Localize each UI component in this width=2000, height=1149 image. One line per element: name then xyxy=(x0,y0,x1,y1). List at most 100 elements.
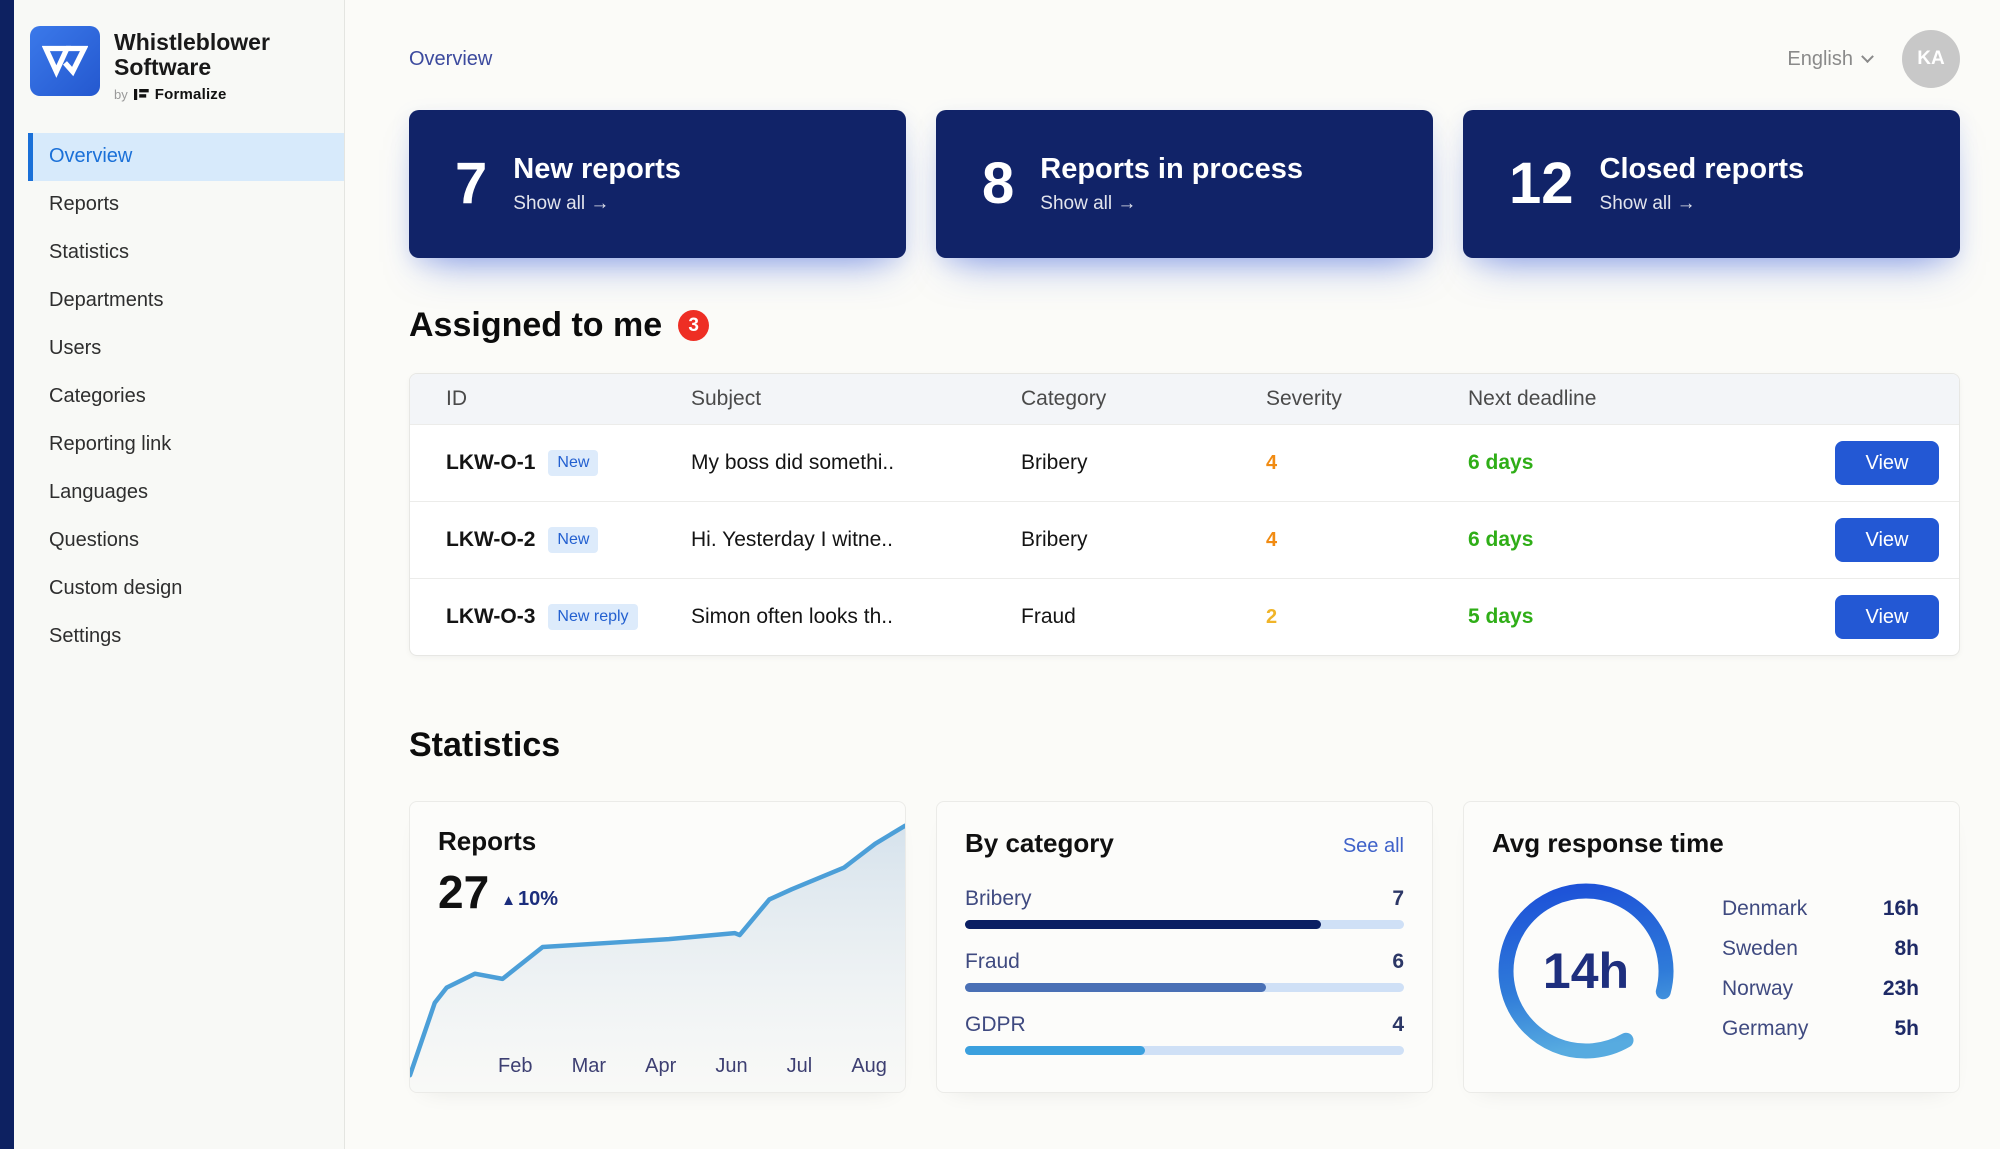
bar-track xyxy=(965,1046,1404,1055)
sidebar-item-questions[interactable]: Questions xyxy=(28,517,344,565)
view-button[interactable]: View xyxy=(1835,441,1939,485)
table-row: LKW-O-3 New reply Simon often looks th..… xyxy=(410,578,1959,655)
reports-in-process-show-all-link[interactable]: Show all → xyxy=(1040,193,1303,215)
brand-name-line1: Whistleblower xyxy=(114,30,270,55)
sidebar-item-categories[interactable]: Categories xyxy=(28,373,344,421)
bar-fill xyxy=(965,920,1321,929)
sidebar-item-languages[interactable]: Languages xyxy=(28,469,344,517)
country-row: Sweden 8h xyxy=(1722,929,1919,969)
country-row: Norway 23h xyxy=(1722,969,1919,1009)
view-button[interactable]: View xyxy=(1835,595,1939,639)
w-mark-icon xyxy=(42,44,88,78)
country-name: Sweden xyxy=(1722,937,1798,961)
reports-in-process-title: Reports in process xyxy=(1040,153,1303,186)
category-name: Bribery xyxy=(965,887,1032,911)
x-axis-labels: Feb Mar Apr Jun Jul Aug xyxy=(498,1055,887,1078)
see-all-link[interactable]: See all xyxy=(1343,835,1404,858)
sidebar-item-statistics[interactable]: Statistics xyxy=(28,229,344,277)
category-value: 6 xyxy=(1392,950,1404,974)
new-reports-card[interactable]: 7 New reports Show all → xyxy=(409,110,906,258)
status-badge: New xyxy=(548,527,598,553)
report-severity: 2 xyxy=(1230,606,1432,629)
closed-reports-card[interactable]: 12 Closed reports Show all → xyxy=(1463,110,1960,258)
whistleblower-logo-icon xyxy=(30,26,100,96)
topbar: Overview English KA xyxy=(409,30,1960,88)
report-id: LKW-O-2 xyxy=(446,528,535,552)
sidebar-item-settings[interactable]: Settings xyxy=(28,613,344,661)
left-accent-rail xyxy=(0,0,14,1149)
new-reports-show-all-link[interactable]: Show all → xyxy=(513,193,681,215)
country-list: Denmark 16h Sweden 8h Norway 23h Germany… xyxy=(1722,889,1919,1059)
country-value: 16h xyxy=(1883,897,1919,921)
arrow-right-icon: → xyxy=(1117,193,1136,214)
country-name: Germany xyxy=(1722,1017,1808,1041)
country-name: Denmark xyxy=(1722,897,1807,921)
report-id: LKW-O-3 xyxy=(446,605,535,629)
x-tick: Jul xyxy=(787,1055,813,1078)
byline-prefix: by xyxy=(114,87,128,102)
sidebar-item-users[interactable]: Users xyxy=(28,325,344,373)
view-button[interactable]: View xyxy=(1835,518,1939,562)
category-bar-row: Fraud 6 xyxy=(965,950,1404,992)
avatar[interactable]: KA xyxy=(1902,30,1960,88)
report-subject: Hi. Yesterday I witne.. xyxy=(655,528,985,552)
language-label: English xyxy=(1787,48,1853,71)
arrow-right-icon: → xyxy=(1677,193,1696,214)
report-severity: 4 xyxy=(1230,529,1432,552)
report-category: Bribery xyxy=(985,451,1230,475)
report-id: LKW-O-1 xyxy=(446,451,535,475)
category-bar-row: Bribery 7 xyxy=(965,887,1404,929)
status-badge: New reply xyxy=(548,604,637,630)
brand-text: Whistleblower Software by Formalize xyxy=(114,26,270,103)
x-tick: Mar xyxy=(572,1055,606,1078)
language-selector[interactable]: English xyxy=(1787,48,1872,71)
sidebar-item-departments[interactable]: Departments xyxy=(28,277,344,325)
col-header-subject: Subject xyxy=(655,387,985,411)
col-header-deadline: Next deadline xyxy=(1432,387,1809,411)
by-category-title: By category xyxy=(965,828,1114,859)
reports-in-process-count: 8 xyxy=(982,155,1014,213)
sidebar-item-reports[interactable]: Reports xyxy=(28,181,344,229)
reports-total: 27 xyxy=(438,869,489,915)
category-name: Fraud xyxy=(965,950,1020,974)
closed-reports-show-all-link[interactable]: Show all → xyxy=(1600,193,1805,215)
arrow-right-icon: → xyxy=(590,193,609,214)
country-value: 23h xyxy=(1883,977,1919,1001)
sidebar-item-overview[interactable]: Overview xyxy=(28,133,344,181)
breadcrumb[interactable]: Overview xyxy=(409,48,492,71)
assigned-count-badge: 3 xyxy=(678,310,709,341)
assigned-table: ID Subject Category Severity Next deadli… xyxy=(409,373,1960,656)
sidebar-nav: Overview Reports Statistics Departments … xyxy=(14,133,344,661)
new-reports-title: New reports xyxy=(513,153,681,186)
report-deadline: 6 days xyxy=(1432,528,1809,552)
brand-block: Whistleblower Software by Formalize xyxy=(14,0,344,119)
country-value: 5h xyxy=(1894,1017,1919,1041)
x-tick: Aug xyxy=(851,1055,887,1078)
reports-change: ▲10% xyxy=(501,888,558,915)
bar-fill xyxy=(965,1046,1145,1055)
summary-cards-row: 7 New reports Show all → 8 Reports in pr… xyxy=(409,110,1960,258)
trend-up-icon: ▲ xyxy=(501,892,516,909)
sidebar-item-reporting-link[interactable]: Reporting link xyxy=(28,421,344,469)
x-tick: Feb xyxy=(498,1055,532,1078)
brand-name-line2: Software xyxy=(114,55,270,80)
col-header-category: Category xyxy=(985,387,1230,411)
statistics-cards-row: Reports 27 ▲10% Feb Mar Apr Jun Jul Aug … xyxy=(409,801,1960,1093)
reports-in-process-card[interactable]: 8 Reports in process Show all → xyxy=(936,110,1433,258)
avg-response-title: Avg response time xyxy=(1492,828,1931,859)
sidebar-item-custom-design[interactable]: Custom design xyxy=(28,565,344,613)
main-content: Overview English KA 7 New reports Show a… xyxy=(345,0,2000,1149)
category-name: GDPR xyxy=(965,1013,1026,1037)
col-header-severity: Severity xyxy=(1230,387,1432,411)
report-subject: Simon often looks th.. xyxy=(655,605,985,629)
country-row: Germany 5h xyxy=(1722,1009,1919,1049)
country-name: Norway xyxy=(1722,977,1793,1001)
category-value: 7 xyxy=(1392,887,1404,911)
by-category-card: By category See all Bribery 7 Fraud 6 xyxy=(936,801,1433,1093)
reports-chart-card: Reports 27 ▲10% Feb Mar Apr Jun Jul Aug xyxy=(409,801,906,1093)
table-row: LKW-O-2 New Hi. Yesterday I witne.. Brib… xyxy=(410,501,1959,578)
status-badge: New xyxy=(548,450,598,476)
report-category: Bribery xyxy=(985,528,1230,552)
byline-company: Formalize xyxy=(155,86,227,103)
new-reports-count: 7 xyxy=(455,155,487,213)
